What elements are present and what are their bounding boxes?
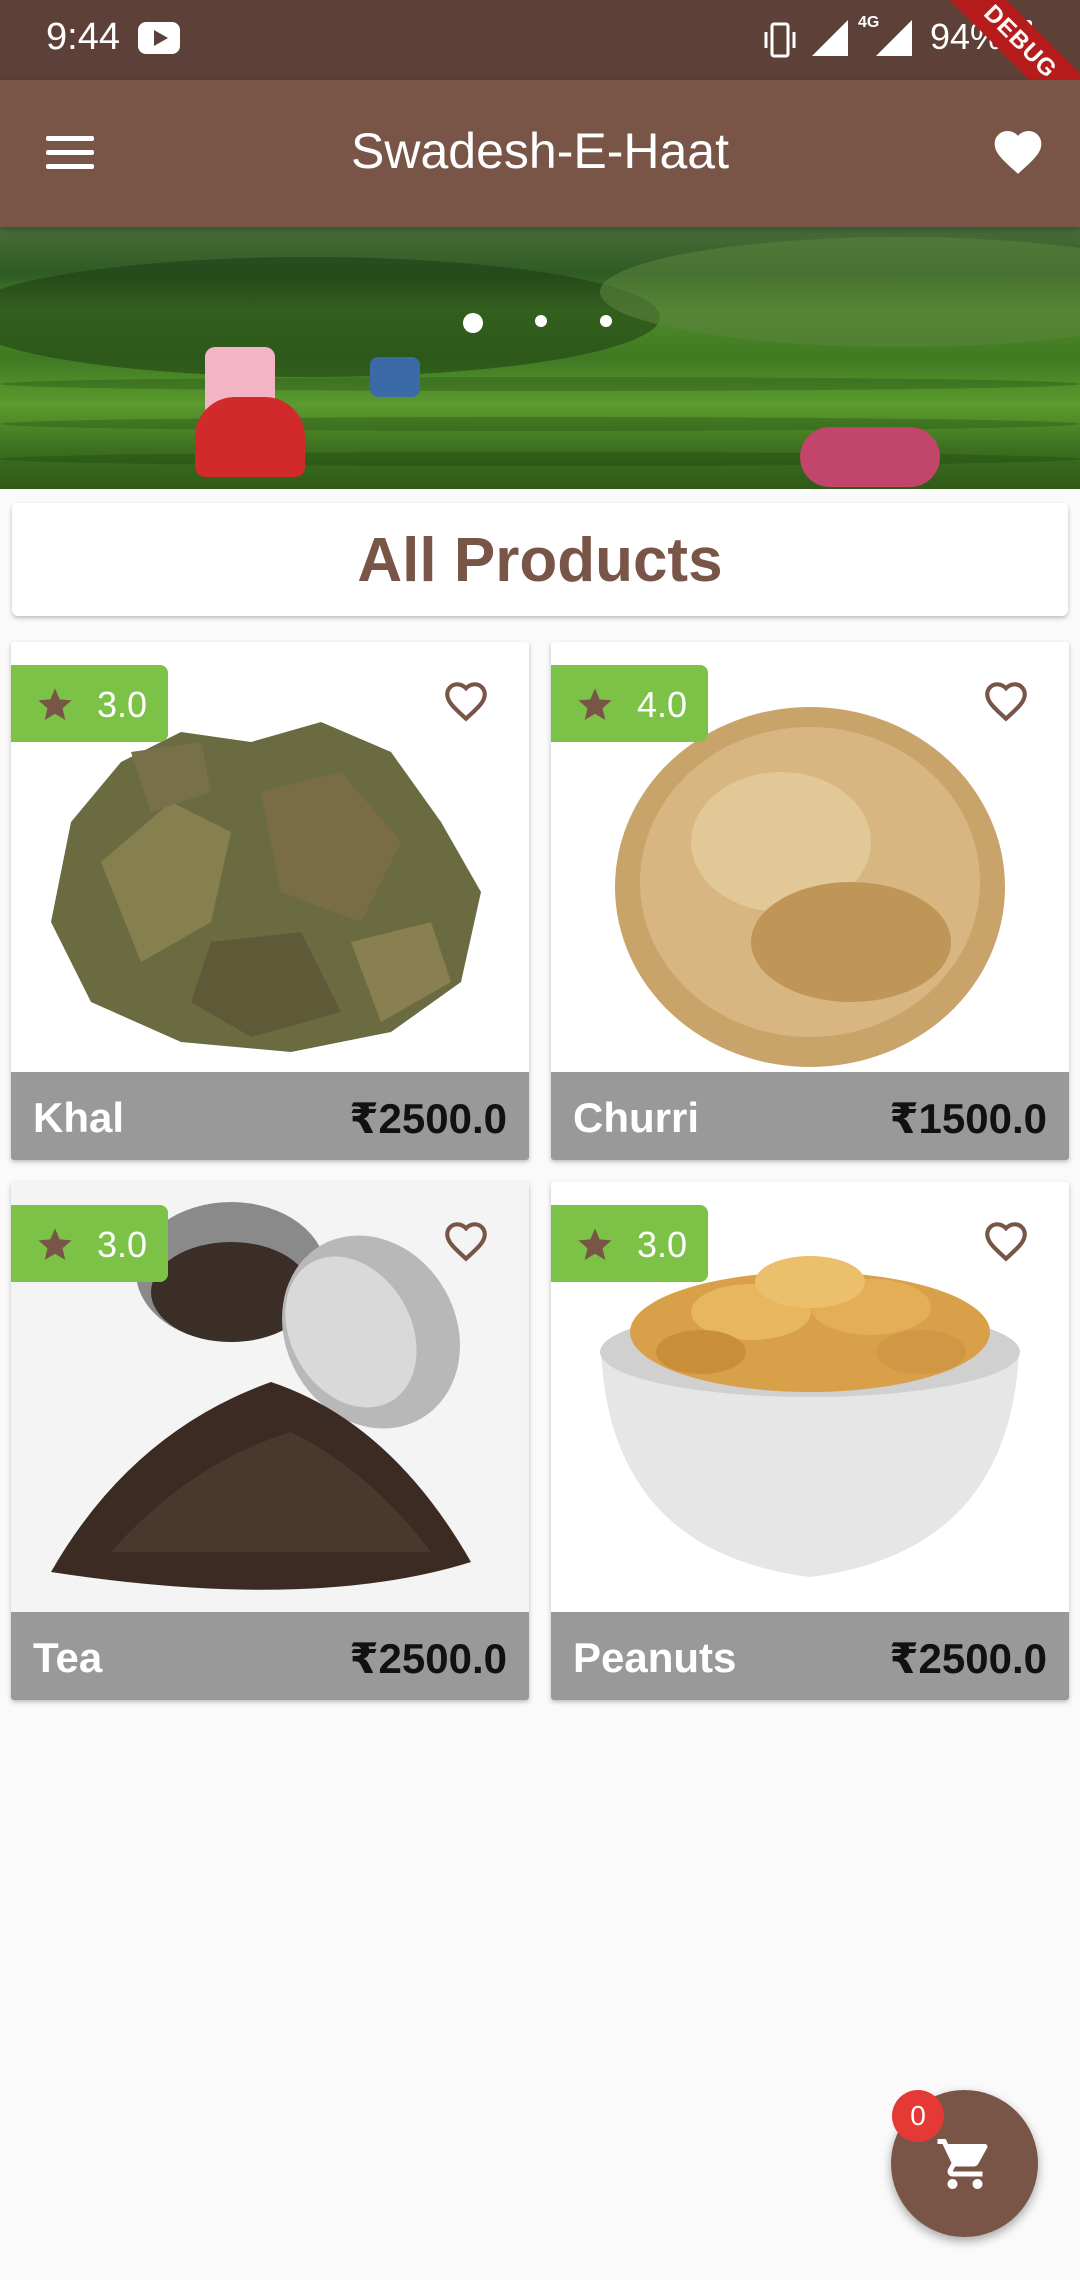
heart-outline-icon[interactable] xyxy=(439,676,493,726)
product-caption: Churri ₹1500.0 xyxy=(551,1072,1069,1160)
rating-badge: 4.0 xyxy=(551,665,708,742)
star-icon xyxy=(38,1228,72,1260)
rating-badge: 3.0 xyxy=(11,665,168,742)
heart-icon[interactable] xyxy=(990,124,1046,180)
star-icon xyxy=(578,1228,612,1260)
product-price: ₹2500.0 xyxy=(349,1095,507,1142)
rating-value: 3.0 xyxy=(97,684,148,725)
star-icon xyxy=(578,688,612,720)
vibrate-icon xyxy=(764,22,796,58)
carousel-dot-active xyxy=(463,313,483,333)
banner-carousel[interactable] xyxy=(0,227,1080,489)
app-title: Swadesh-E-Haat xyxy=(351,123,729,179)
carousel-indicator xyxy=(0,313,1080,333)
section-header: All Products xyxy=(12,503,1068,616)
status-bar: 9:44 4G 94% DEBUG xyxy=(0,0,1080,149)
product-card-khal[interactable]: 3.0 Khal ₹2500.0 xyxy=(11,642,529,1160)
signal-icon xyxy=(812,20,848,56)
product-caption: Khal ₹2500.0 xyxy=(11,1072,529,1160)
product-price: ₹1500.0 xyxy=(889,1095,1047,1142)
heart-outline-icon[interactable] xyxy=(439,1216,493,1266)
product-card-churri[interactable]: 4.0 Churri ₹1500.0 xyxy=(551,642,1069,1160)
rating-value: 3.0 xyxy=(637,1224,688,1265)
app-bar: Swadesh-E-Haat xyxy=(0,80,1080,227)
carousel-dot xyxy=(535,315,547,327)
carousel-dot xyxy=(600,315,612,327)
rating-badge: 3.0 xyxy=(551,1205,708,1282)
product-caption: Tea ₹2500.0 xyxy=(11,1612,529,1700)
signal-4g-icon xyxy=(876,20,912,56)
rating-value: 3.0 xyxy=(97,1224,148,1265)
rating-value: 4.0 xyxy=(637,684,688,725)
heart-outline-icon[interactable] xyxy=(979,1216,1033,1266)
product-caption: Peanuts ₹2500.0 xyxy=(551,1612,1069,1700)
star-icon xyxy=(38,688,72,720)
cart-count-badge: 0 xyxy=(892,2090,944,2142)
status-time: 9:44 xyxy=(46,16,120,58)
product-name: Khal xyxy=(33,1094,125,1141)
product-price: ₹2500.0 xyxy=(889,1635,1047,1682)
heart-outline-icon[interactable] xyxy=(979,676,1033,726)
product-price: ₹2500.0 xyxy=(349,1635,507,1682)
product-card-tea[interactable]: 3.0 Tea ₹2500.0 xyxy=(11,1182,529,1700)
youtube-notification-icon xyxy=(138,22,180,54)
section-title: All Products xyxy=(357,526,723,595)
product-name: Tea xyxy=(33,1634,103,1681)
rating-badge: 3.0 xyxy=(11,1205,168,1282)
cart-icon xyxy=(937,2139,988,2189)
product-card-peanuts[interactable]: 3.0 Peanuts ₹2500.0 xyxy=(551,1182,1069,1700)
product-name: Peanuts xyxy=(573,1634,737,1681)
product-name: Churri xyxy=(573,1094,699,1141)
